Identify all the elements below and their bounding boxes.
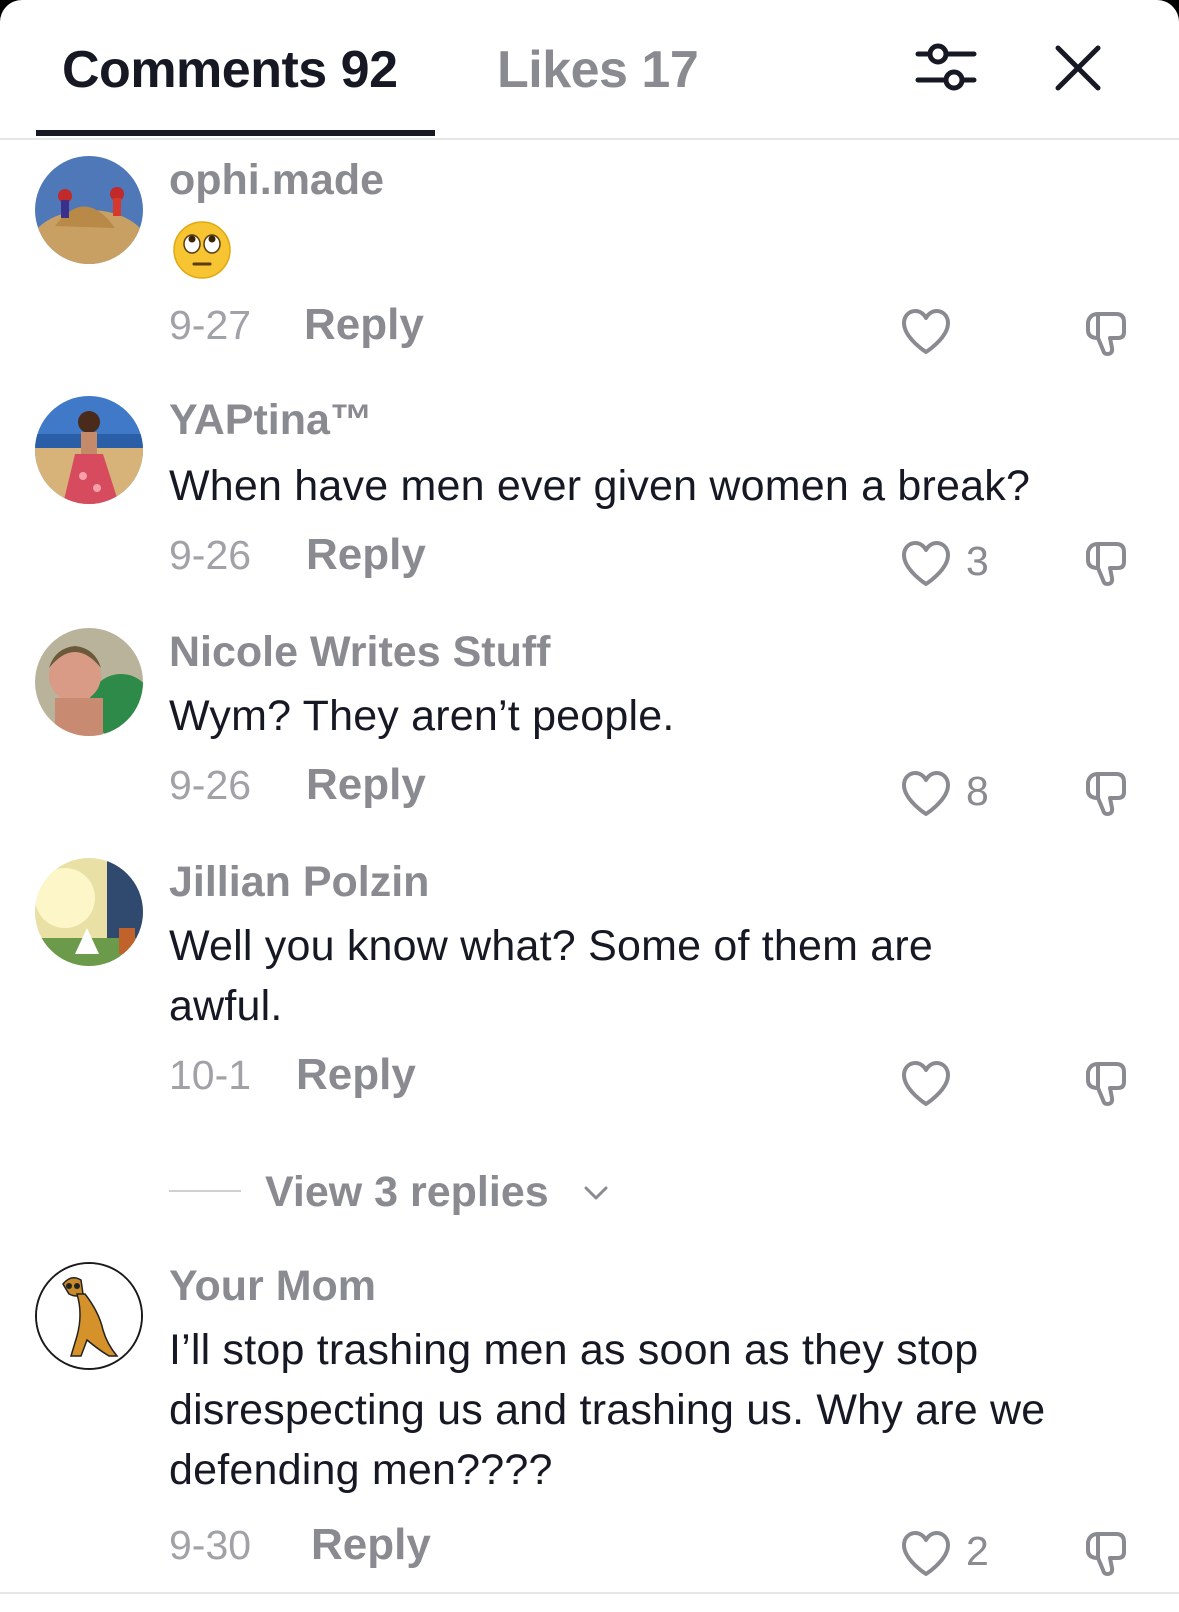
view-replies-label: View 3 replies xyxy=(265,1168,549,1216)
chevron-down-icon xyxy=(584,1186,608,1200)
avatar[interactable] xyxy=(35,156,143,264)
heart-icon[interactable] xyxy=(900,308,952,356)
comments-sheet: Comments 92 Likes 17 ophi.made 9-27 Repl… xyxy=(0,0,1179,1612)
comment-date: 9-26 xyxy=(169,762,252,808)
comment-date: 9-27 xyxy=(169,302,252,348)
comment-text: When have men ever given women a break? xyxy=(169,462,1031,510)
comment-date: 10-1 xyxy=(169,1052,252,1098)
active-tab-indicator xyxy=(36,130,435,136)
comment-username[interactable]: ophi.made xyxy=(169,156,384,205)
rolling-eyes-emoji-icon xyxy=(172,220,232,280)
dislike-icon[interactable] xyxy=(1080,536,1132,588)
heart-icon[interactable] xyxy=(900,1530,952,1578)
dislike-icon[interactable] xyxy=(1080,766,1132,818)
comments-header: Comments 92 Likes 17 xyxy=(0,0,1179,140)
bottom-divider xyxy=(0,1592,1179,1594)
close-icon xyxy=(1055,45,1101,91)
avatar[interactable] xyxy=(35,858,143,966)
comment-text: Well you know what? Some of them are awf… xyxy=(169,922,934,1030)
like-count: 8 xyxy=(966,768,989,814)
avatar[interactable] xyxy=(35,628,143,736)
heart-icon[interactable] xyxy=(900,1060,952,1108)
like-count: 3 xyxy=(966,538,989,584)
heart-icon[interactable] xyxy=(900,770,952,818)
filter-button[interactable] xyxy=(910,34,982,102)
sliders-icon xyxy=(915,43,977,91)
dislike-icon[interactable] xyxy=(1080,306,1132,358)
comment-username[interactable]: Your Mom xyxy=(169,1262,376,1311)
reply-button[interactable]: Reply xyxy=(306,530,426,580)
reply-button[interactable]: Reply xyxy=(306,760,426,810)
avatar[interactable] xyxy=(35,396,143,504)
comment-text: Wym? They aren’t people. xyxy=(169,692,675,740)
dislike-icon[interactable] xyxy=(1080,1526,1132,1578)
reply-button[interactable]: Reply xyxy=(296,1050,416,1100)
tab-likes[interactable]: Likes 17 xyxy=(497,40,699,100)
like-count: 2 xyxy=(966,1528,989,1574)
comment-username[interactable]: YAPtina™ xyxy=(169,396,373,445)
avatar[interactable] xyxy=(35,1262,143,1370)
view-replies-divider xyxy=(169,1190,241,1192)
comment-username[interactable]: Nicole Writes Stuff xyxy=(169,628,550,677)
dislike-icon[interactable] xyxy=(1080,1056,1132,1108)
tab-comments[interactable]: Comments 92 xyxy=(62,40,398,100)
comment-username[interactable]: Jillian Polzin xyxy=(169,858,429,907)
comment-date: 9-30 xyxy=(169,1522,252,1568)
comment-text: I’ll stop trashing men as soon as they s… xyxy=(169,1326,1046,1494)
comment-date: 9-26 xyxy=(169,532,252,578)
reply-button[interactable]: Reply xyxy=(304,300,424,350)
reply-button[interactable]: Reply xyxy=(311,1520,431,1570)
close-button[interactable] xyxy=(1050,40,1106,96)
heart-icon[interactable] xyxy=(900,540,952,588)
